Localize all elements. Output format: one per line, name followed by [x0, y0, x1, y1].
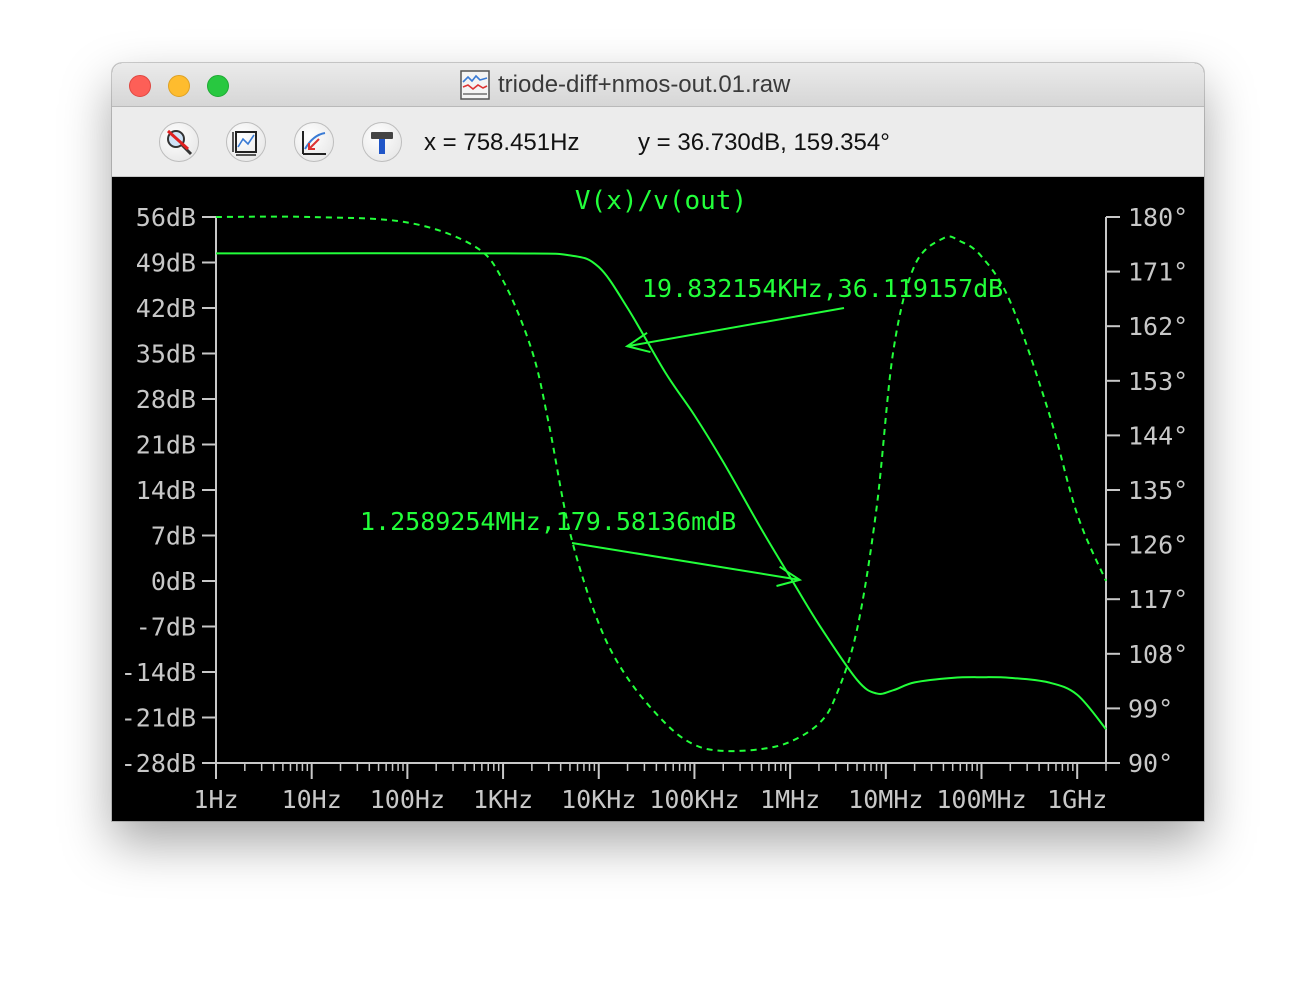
window-title-group: triode-diff+nmos-out.01.raw — [460, 70, 791, 100]
x-tick-label: 1MHz — [760, 785, 820, 814]
x-tick-label: 10MHz — [848, 785, 923, 814]
annotation-label: 1.2589254MHz,179.58136mdB — [360, 507, 736, 536]
x-tick-label: 1Hz — [193, 785, 238, 814]
x-tick-label: 10KHz — [561, 785, 636, 814]
annotation-label: 19.832154KHz,36.119157dB — [642, 274, 1003, 303]
autorange-button[interactable] — [226, 122, 266, 162]
zoom-cancel-button[interactable] — [159, 122, 199, 162]
y-right-tick-label: 180° — [1128, 203, 1188, 232]
y-right-tick-label: 171° — [1128, 258, 1188, 287]
x-tick-label: 10Hz — [282, 785, 342, 814]
y-left-tick-label: 0dB — [151, 567, 196, 596]
y-left-tick-label: -21dB — [121, 704, 196, 733]
x-tick-label: 1KHz — [473, 785, 533, 814]
y-right-tick-label: 144° — [1128, 421, 1188, 450]
window-title: triode-diff+nmos-out.01.raw — [498, 71, 791, 98]
y-right-tick-label: 108° — [1128, 640, 1188, 669]
cursor-step-icon — [302, 131, 326, 155]
plot-area[interactable]: V(x)/v(out) 56dB 49dB 42dB 35dB 28dB 21dB 14dB 7… — [112, 177, 1204, 821]
y-right-tick-label: 162° — [1128, 312, 1188, 341]
minimize-button[interactable] — [168, 75, 190, 97]
bode-plot[interactable]: V(x)/v(out) 56dB 49dB 42dB 35dB 28dB 21dB 14dB 7… — [112, 177, 1204, 821]
chart-title: V(x)/v(out) — [575, 186, 747, 216]
annotation-arrow — [571, 542, 800, 581]
x-tick-label: 100KHz — [649, 785, 739, 814]
title-bar[interactable]: triode-diff+nmos-out.01.raw — [112, 63, 1204, 107]
x-tick-label: 1GHz — [1047, 785, 1107, 814]
y-left-tick-label: 35dB — [136, 340, 196, 369]
cursor-y-readout: y = 36.730dB, 159.354° — [638, 129, 890, 156]
y-right-tick-label: 117° — [1128, 585, 1188, 614]
toolbar: x = 758.451Hz y = 36.730dB, 159.354° — [112, 107, 1204, 177]
y-right-tick-label: 99° — [1128, 694, 1173, 723]
y-left-tick-label: -14dB — [121, 658, 196, 687]
close-button[interactable] — [129, 75, 151, 97]
y-right-tick-label: 135° — [1128, 476, 1188, 505]
y-left-tick-label: 56dB — [136, 203, 196, 232]
y-left-tick-label: -28dB — [121, 749, 196, 778]
x-tick-label: 100MHz — [936, 785, 1026, 814]
autorange-icon — [232, 131, 257, 156]
magnitude-trace — [215, 252, 1107, 730]
y-right-tick-label: 90° — [1128, 749, 1173, 778]
y-right-tick-label: 126° — [1128, 531, 1188, 560]
zoom-button[interactable] — [207, 75, 229, 97]
y-left-tick-label: 42dB — [136, 294, 196, 323]
hammer-icon — [371, 132, 393, 154]
y-left-tick-label: 7dB — [151, 522, 196, 551]
y-left-tick-label: 28dB — [136, 385, 196, 414]
y-left-tick-label: 14dB — [136, 476, 196, 505]
hammer-button[interactable] — [362, 122, 402, 162]
cursor-x-readout: x = 758.451Hz — [424, 129, 580, 156]
y-left-tick-label: 21dB — [136, 431, 196, 460]
x-tick-label: 100Hz — [370, 785, 445, 814]
waveform-window: triode-diff+nmos-out.01.raw x = 758.451H… — [112, 63, 1204, 821]
waveform-document-icon — [460, 70, 490, 100]
y-left-tick-label: 49dB — [136, 249, 196, 278]
y-right-tick-label: 153° — [1128, 367, 1188, 396]
y-left-tick-label: -7dB — [136, 613, 196, 642]
zoom-cancel-icon — [166, 129, 193, 156]
cursor-step-button[interactable] — [294, 122, 334, 162]
annotation-arrow — [627, 307, 845, 348]
